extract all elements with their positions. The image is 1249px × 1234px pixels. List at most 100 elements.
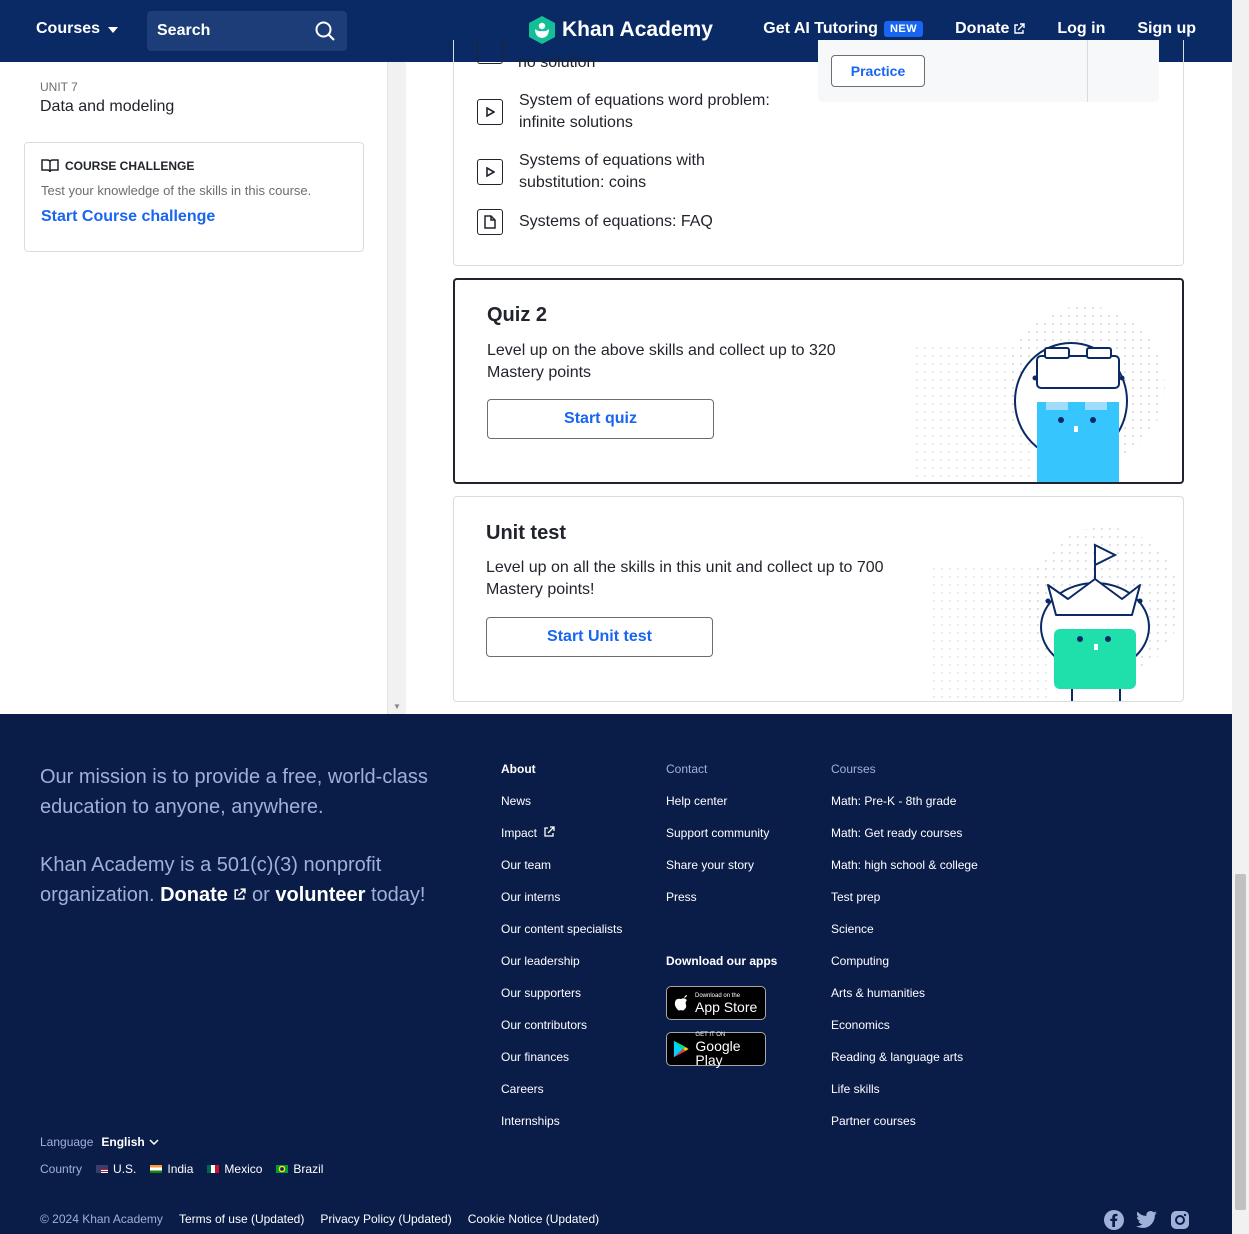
footer-link-support-community[interactable]: Support community	[666, 826, 777, 858]
google-play-button[interactable]: GET IT ON Google Play	[666, 1032, 766, 1068]
privacy-link[interactable]: Privacy Policy (Updated)	[320, 1212, 451, 1226]
search-input[interactable]: Search	[147, 11, 347, 51]
footer-course-link[interactable]: Life skills	[831, 1082, 978, 1114]
footer-link-news[interactable]: News	[501, 794, 622, 826]
country-india-label: India	[167, 1162, 194, 1176]
apple-icon	[674, 995, 687, 1011]
nav-right: Get AI Tutoring NEW Donate Log in Sign up	[763, 20, 1196, 38]
footer-courses-column: Courses Math: Pre-K - 8th grade Math: Ge…	[831, 762, 978, 1146]
chevron-down-icon	[108, 27, 119, 33]
chevron-down-icon	[149, 1139, 159, 1145]
footer-course-link[interactable]: Reading & language arts	[831, 1050, 978, 1082]
copyright-text: © 2024 Khan Academy	[40, 1212, 163, 1226]
country-link-brazil[interactable]: Brazil	[276, 1162, 323, 1176]
lesson-title: Systems of equations with substitution: …	[519, 152, 705, 191]
page-scrollbar-thumb[interactable]	[1235, 874, 1246, 1210]
start-unit-test-button[interactable]: Start Unit test	[486, 617, 713, 657]
footer-course-link[interactable]: Test prep	[831, 890, 978, 922]
mission-statement: Our mission is to provide a free, world-…	[40, 766, 428, 818]
volunteer-link[interactable]: volunteer	[275, 884, 365, 906]
lesson-item[interactable]: Systems of equations with substitution: …	[477, 150, 789, 194]
twitter-icon[interactable]	[1136, 1210, 1158, 1230]
ai-tutoring-link[interactable]: Get AI Tutoring NEW	[763, 20, 924, 38]
language-dropdown[interactable]: English	[101, 1135, 159, 1149]
country-us-label: U.S.	[113, 1162, 137, 1176]
instagram-icon[interactable]	[1170, 1210, 1190, 1230]
footer-link-help-center[interactable]: Help center	[666, 794, 777, 826]
lesson-partial-title[interactable]: no solution	[518, 52, 595, 72]
footer-course-link[interactable]: Math: Get ready courses	[831, 826, 978, 858]
footer-contact-column: Contact Help center Support community Sh…	[666, 762, 777, 1078]
lesson-title: Systems of equations: FAQ	[519, 213, 713, 230]
practice-button[interactable]: Practice	[831, 55, 925, 87]
google-play-icon	[673, 1040, 689, 1058]
courses-label: Courses	[36, 20, 101, 37]
sidebar-unit-item[interactable]: UNIT 7 Data and modeling	[40, 80, 174, 116]
footer-link-press[interactable]: Press	[666, 890, 777, 922]
nonprofit-statement: Khan Academy is a 501(c)(3) nonprofit or…	[40, 850, 440, 910]
google-play-large-text: Google Play	[695, 1037, 741, 1068]
footer-link-internships[interactable]: Internships	[501, 1114, 622, 1146]
social-links	[1104, 1210, 1190, 1230]
sidebar-scrollbar[interactable]	[388, 62, 406, 714]
country-brazil-label: Brazil	[293, 1162, 324, 1176]
page: Courses Search Khan Academy Get AI Tutor…	[0, 0, 1249, 1234]
external-link-icon	[1014, 23, 1026, 34]
us-flag-icon	[96, 1165, 109, 1173]
country-link-us[interactable]: U.S.	[96, 1162, 136, 1176]
language-label: Language	[40, 1135, 94, 1149]
scroll-down-arrow[interactable]: ▼	[393, 702, 401, 711]
footer-donate-label: Donate	[160, 884, 228, 906]
language-value: English	[101, 1135, 145, 1149]
donate-label: Donate	[955, 20, 1010, 37]
footer-link-careers[interactable]: Careers	[501, 1082, 622, 1114]
quiz-mascot-illustration	[915, 306, 1165, 482]
country-link-india[interactable]: India	[150, 1162, 193, 1176]
ai-tutoring-label: Get AI Tutoring	[763, 20, 878, 37]
donate-link[interactable]: Donate	[955, 20, 1026, 38]
footer-course-link[interactable]: Computing	[831, 954, 978, 986]
apps-heading: Download our apps	[666, 954, 778, 968]
lesson-item[interactable]: System of equations word problem: infini…	[477, 90, 789, 134]
divider	[1087, 40, 1088, 102]
start-course-challenge-link[interactable]: Start Course challenge	[41, 208, 347, 226]
signup-link[interactable]: Sign up	[1137, 20, 1196, 38]
footer-link-our-team[interactable]: Our team	[501, 858, 622, 890]
footer-link-content-specialists[interactable]: Our content specialists	[501, 922, 622, 954]
quiz-title: Quiz 2	[487, 304, 548, 326]
app-store-button[interactable]: Download on the App Store	[666, 986, 766, 1020]
contact-heading: Contact	[666, 762, 708, 776]
terms-link[interactable]: Terms of use (Updated)	[179, 1212, 304, 1226]
footer-link-finances[interactable]: Our finances	[501, 1050, 622, 1082]
country-label: Country	[40, 1162, 83, 1176]
unit-test-card: Unit test Level up on all the skills in …	[453, 496, 1184, 702]
footer-course-link[interactable]: Partner courses	[831, 1114, 978, 1146]
india-flag-icon	[150, 1165, 163, 1173]
today-text: today!	[370, 884, 426, 906]
footer-course-link[interactable]: Science	[831, 922, 978, 954]
country-link-mexico[interactable]: Mexico	[207, 1162, 262, 1176]
footer-link-share-story[interactable]: Share your story	[666, 858, 777, 890]
footer-link-contributors[interactable]: Our contributors	[501, 1018, 622, 1050]
login-link[interactable]: Log in	[1057, 20, 1105, 38]
search-icon[interactable]	[315, 21, 335, 41]
footer-course-link[interactable]: Arts & humanities	[831, 986, 978, 1018]
footer-donate-link[interactable]: Donate	[160, 884, 247, 906]
footer-course-link[interactable]: Math: Pre-K - 8th grade	[831, 794, 978, 826]
page-scrollbar[interactable]	[1232, 0, 1249, 1234]
external-link-icon	[234, 888, 247, 900]
courses-menu-button[interactable]: Courses	[36, 20, 119, 38]
footer-course-link[interactable]: Math: high school & college	[831, 858, 978, 890]
lesson-item[interactable]: Systems of equations: FAQ	[477, 209, 789, 235]
footer-link-our-interns[interactable]: Our interns	[501, 890, 622, 922]
cookie-link[interactable]: Cookie Notice (Updated)	[468, 1212, 599, 1226]
footer-course-link[interactable]: Economics	[831, 1018, 978, 1050]
footer-link-leadership[interactable]: Our leadership	[501, 954, 622, 986]
footer-link-impact[interactable]: Impact	[501, 826, 622, 858]
start-quiz-button[interactable]: Start quiz	[487, 399, 714, 439]
facebook-icon[interactable]	[1104, 1210, 1124, 1230]
lesson-title: System of equations word problem: infini…	[519, 92, 770, 131]
courses-heading: Courses	[831, 762, 876, 776]
footer-link-supporters[interactable]: Our supporters	[501, 986, 622, 1018]
